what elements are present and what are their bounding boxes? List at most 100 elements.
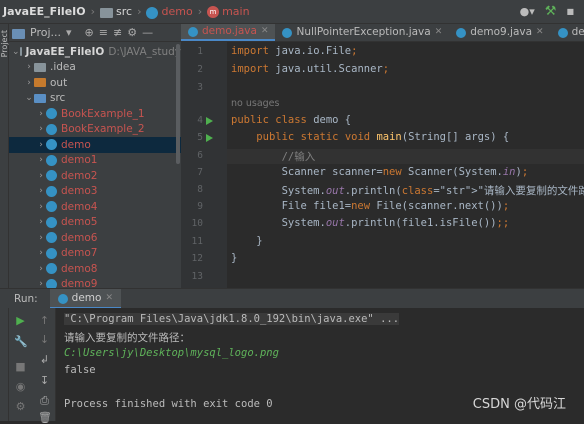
tree-item-demo8[interactable]: › demo8 — [9, 261, 181, 277]
project-panel-title[interactable]: Proj... — [30, 26, 61, 39]
chevron-right-icon[interactable]: › — [36, 109, 46, 119]
package-icon — [46, 154, 57, 166]
tree-item-demo1[interactable]: › demo1 — [9, 153, 181, 169]
code-line[interactable]: System.out.println(file1.isFile());; — [231, 217, 510, 229]
project-path: D:\JAVA_study — [108, 45, 181, 58]
chevron-right-icon[interactable]: › — [36, 202, 46, 212]
tree-item-demo2[interactable]: › demo2 — [9, 168, 181, 184]
console-command-line[interactable]: "C:\Program Files\Java\jdk1.8.0_192\bin\… — [64, 313, 400, 325]
tree-item-bookexample-1[interactable]: › BookExample_1 — [9, 106, 181, 122]
watermark: CSDN @代码江 — [472, 397, 566, 412]
tree-item-demo4[interactable]: › demo4 — [9, 199, 181, 215]
dropdown-icon[interactable]: ▾ — [66, 26, 72, 39]
tree-item-demo7[interactable]: › demo7 — [9, 246, 181, 262]
editor-tab[interactable]: demo.java ✕ — [181, 24, 276, 41]
chevron-down-icon[interactable]: ⌄ — [12, 47, 20, 57]
chevron-down-icon[interactable]: ⌄ — [24, 93, 34, 103]
tree-item-demo9[interactable]: › demo9 — [9, 277, 181, 288]
code-line[interactable]: Scanner scanner=new Scanner(System.in); — [231, 166, 529, 178]
run-gutter-icon[interactable] — [206, 117, 213, 125]
chevron-right-icon[interactable]: › — [36, 186, 46, 196]
locate-icon[interactable]: ⊕ — [85, 26, 94, 39]
tree-item-label: src — [50, 92, 66, 105]
gear-icon[interactable]: ⚙ — [127, 26, 137, 39]
tree-item-demo[interactable]: › demo — [9, 137, 181, 153]
code-editor[interactable]: no usages import java.io.File; import jav… — [227, 42, 584, 288]
chevron-right-icon[interactable]: › — [36, 279, 46, 288]
code-line[interactable]: public static void main(String[] args) { — [231, 131, 509, 143]
chevron-right-icon[interactable]: › — [36, 124, 46, 134]
code-line[interactable]: File file1=new File(scanner.next()); — [231, 200, 510, 212]
user-icon[interactable]: ●▾ — [520, 5, 535, 18]
rerun-icon[interactable]: ▶ — [14, 314, 27, 327]
code-line[interactable]: import java.util.Scanner; — [231, 63, 389, 75]
code-line[interactable]: public class demo { — [231, 114, 351, 126]
tree-item-out[interactable]: › out — [9, 75, 181, 91]
up-arrow-icon[interactable]: ↑ — [38, 314, 51, 327]
chevron-right-icon[interactable]: › — [36, 264, 46, 274]
console-user-input: C:\Users\jy\Desktop\mysql_logo.png — [64, 347, 279, 359]
editor-tab-label: demo10.ja — [571, 26, 584, 38]
tree-item-label: demo6 — [61, 231, 98, 244]
down-arrow-icon[interactable]: ↓ — [38, 333, 51, 346]
tree-item-javaee-fileio[interactable]: ⌄ JavaEE_FileIO D:\JAVA_study — [9, 44, 181, 60]
editor-tab-label: demo.java — [202, 25, 257, 37]
console-output-line: 请输入要复制的文件路径： — [64, 332, 190, 344]
chevron-right-icon[interactable]: › — [36, 217, 46, 227]
chevron-right-icon[interactable]: › — [36, 155, 46, 165]
delete-icon[interactable]: 🗑 — [38, 411, 52, 424]
code-line[interactable]: //输入 — [227, 149, 584, 164]
close-icon[interactable]: ✕ — [536, 27, 544, 37]
wrench-icon[interactable]: 🔧 — [14, 335, 28, 348]
package-icon — [46, 108, 57, 120]
settings-icon[interactable]: ⚙ — [14, 400, 27, 413]
breadcrumb-folder[interactable]: src — [116, 5, 132, 18]
tree-item-demo6[interactable]: › demo6 — [9, 230, 181, 246]
project-scrollbar[interactable] — [176, 44, 180, 164]
chevron-right-icon[interactable]: › — [36, 248, 46, 258]
breadcrumb-class[interactable]: demo — [161, 5, 192, 18]
code-line[interactable]: } — [231, 252, 237, 264]
breadcrumb-project[interactable]: JavaEE_FileIO — [3, 5, 86, 18]
chevron-right-icon[interactable]: › — [36, 233, 46, 243]
editor-tab[interactable]: NullPointerException.java ✕ — [275, 24, 449, 41]
soft-wrap-icon[interactable]: ↲ — [38, 353, 51, 366]
run-tab-demo[interactable]: demo ✕ — [49, 288, 121, 309]
java-class-icon — [557, 28, 568, 38]
camera-icon[interactable]: ◉ — [14, 380, 27, 393]
chevron-right-icon[interactable]: › — [36, 140, 46, 150]
editor-tab[interactable]: demo10.ja — [551, 24, 584, 41]
tree-item-demo5[interactable]: › demo5 — [9, 215, 181, 231]
project-tool-window-button[interactable]: Project — [0, 30, 9, 57]
tree-item-label: .idea — [50, 61, 76, 74]
hide-icon[interactable]: — — [142, 26, 153, 39]
breadcrumb-method[interactable]: main — [222, 5, 249, 18]
chevron-right-icon[interactable]: › — [24, 62, 34, 72]
run-gutter-icon[interactable] — [206, 134, 213, 142]
stop-icon[interactable]: ■ — [14, 360, 27, 373]
close-icon[interactable]: ✕ — [261, 26, 269, 36]
code-line[interactable]: } — [231, 235, 262, 247]
search-icon[interactable]: ■ — [566, 7, 574, 16]
expand-all-icon[interactable]: ≢ — [113, 26, 122, 39]
editor-tab[interactable]: demo9.java ✕ — [449, 24, 550, 41]
code-line[interactable]: import java.io.File; — [231, 45, 357, 57]
code-line[interactable]: System.out.println(class="str">"请输入要复制的文… — [231, 183, 584, 198]
collapse-all-icon[interactable]: ≡ — [99, 26, 108, 39]
tree-item-bookexample-2[interactable]: › BookExample_2 — [9, 122, 181, 138]
tree-item-src[interactable]: ⌄ src — [9, 91, 181, 107]
chevron-right-icon[interactable]: › — [24, 78, 34, 88]
tree-item-demo3[interactable]: › demo3 — [9, 184, 181, 200]
chevron-right-icon[interactable]: › — [36, 171, 46, 181]
close-icon[interactable]: ✕ — [105, 293, 113, 303]
scroll-to-end-icon[interactable]: ↧ — [38, 374, 51, 387]
print-icon[interactable]: ⎙ — [38, 394, 51, 407]
hammer-icon[interactable]: ⚒ — [545, 4, 557, 19]
run-panel-header: Run: demo ✕ — [0, 288, 584, 309]
tree-item--idea[interactable]: › .idea — [9, 60, 181, 76]
close-icon[interactable]: ✕ — [435, 27, 443, 37]
usage-hint[interactable]: no usages — [231, 98, 279, 109]
folder-icon — [100, 7, 114, 18]
tree-item-label: demo5 — [61, 216, 98, 229]
line-number: 11 — [191, 236, 203, 247]
